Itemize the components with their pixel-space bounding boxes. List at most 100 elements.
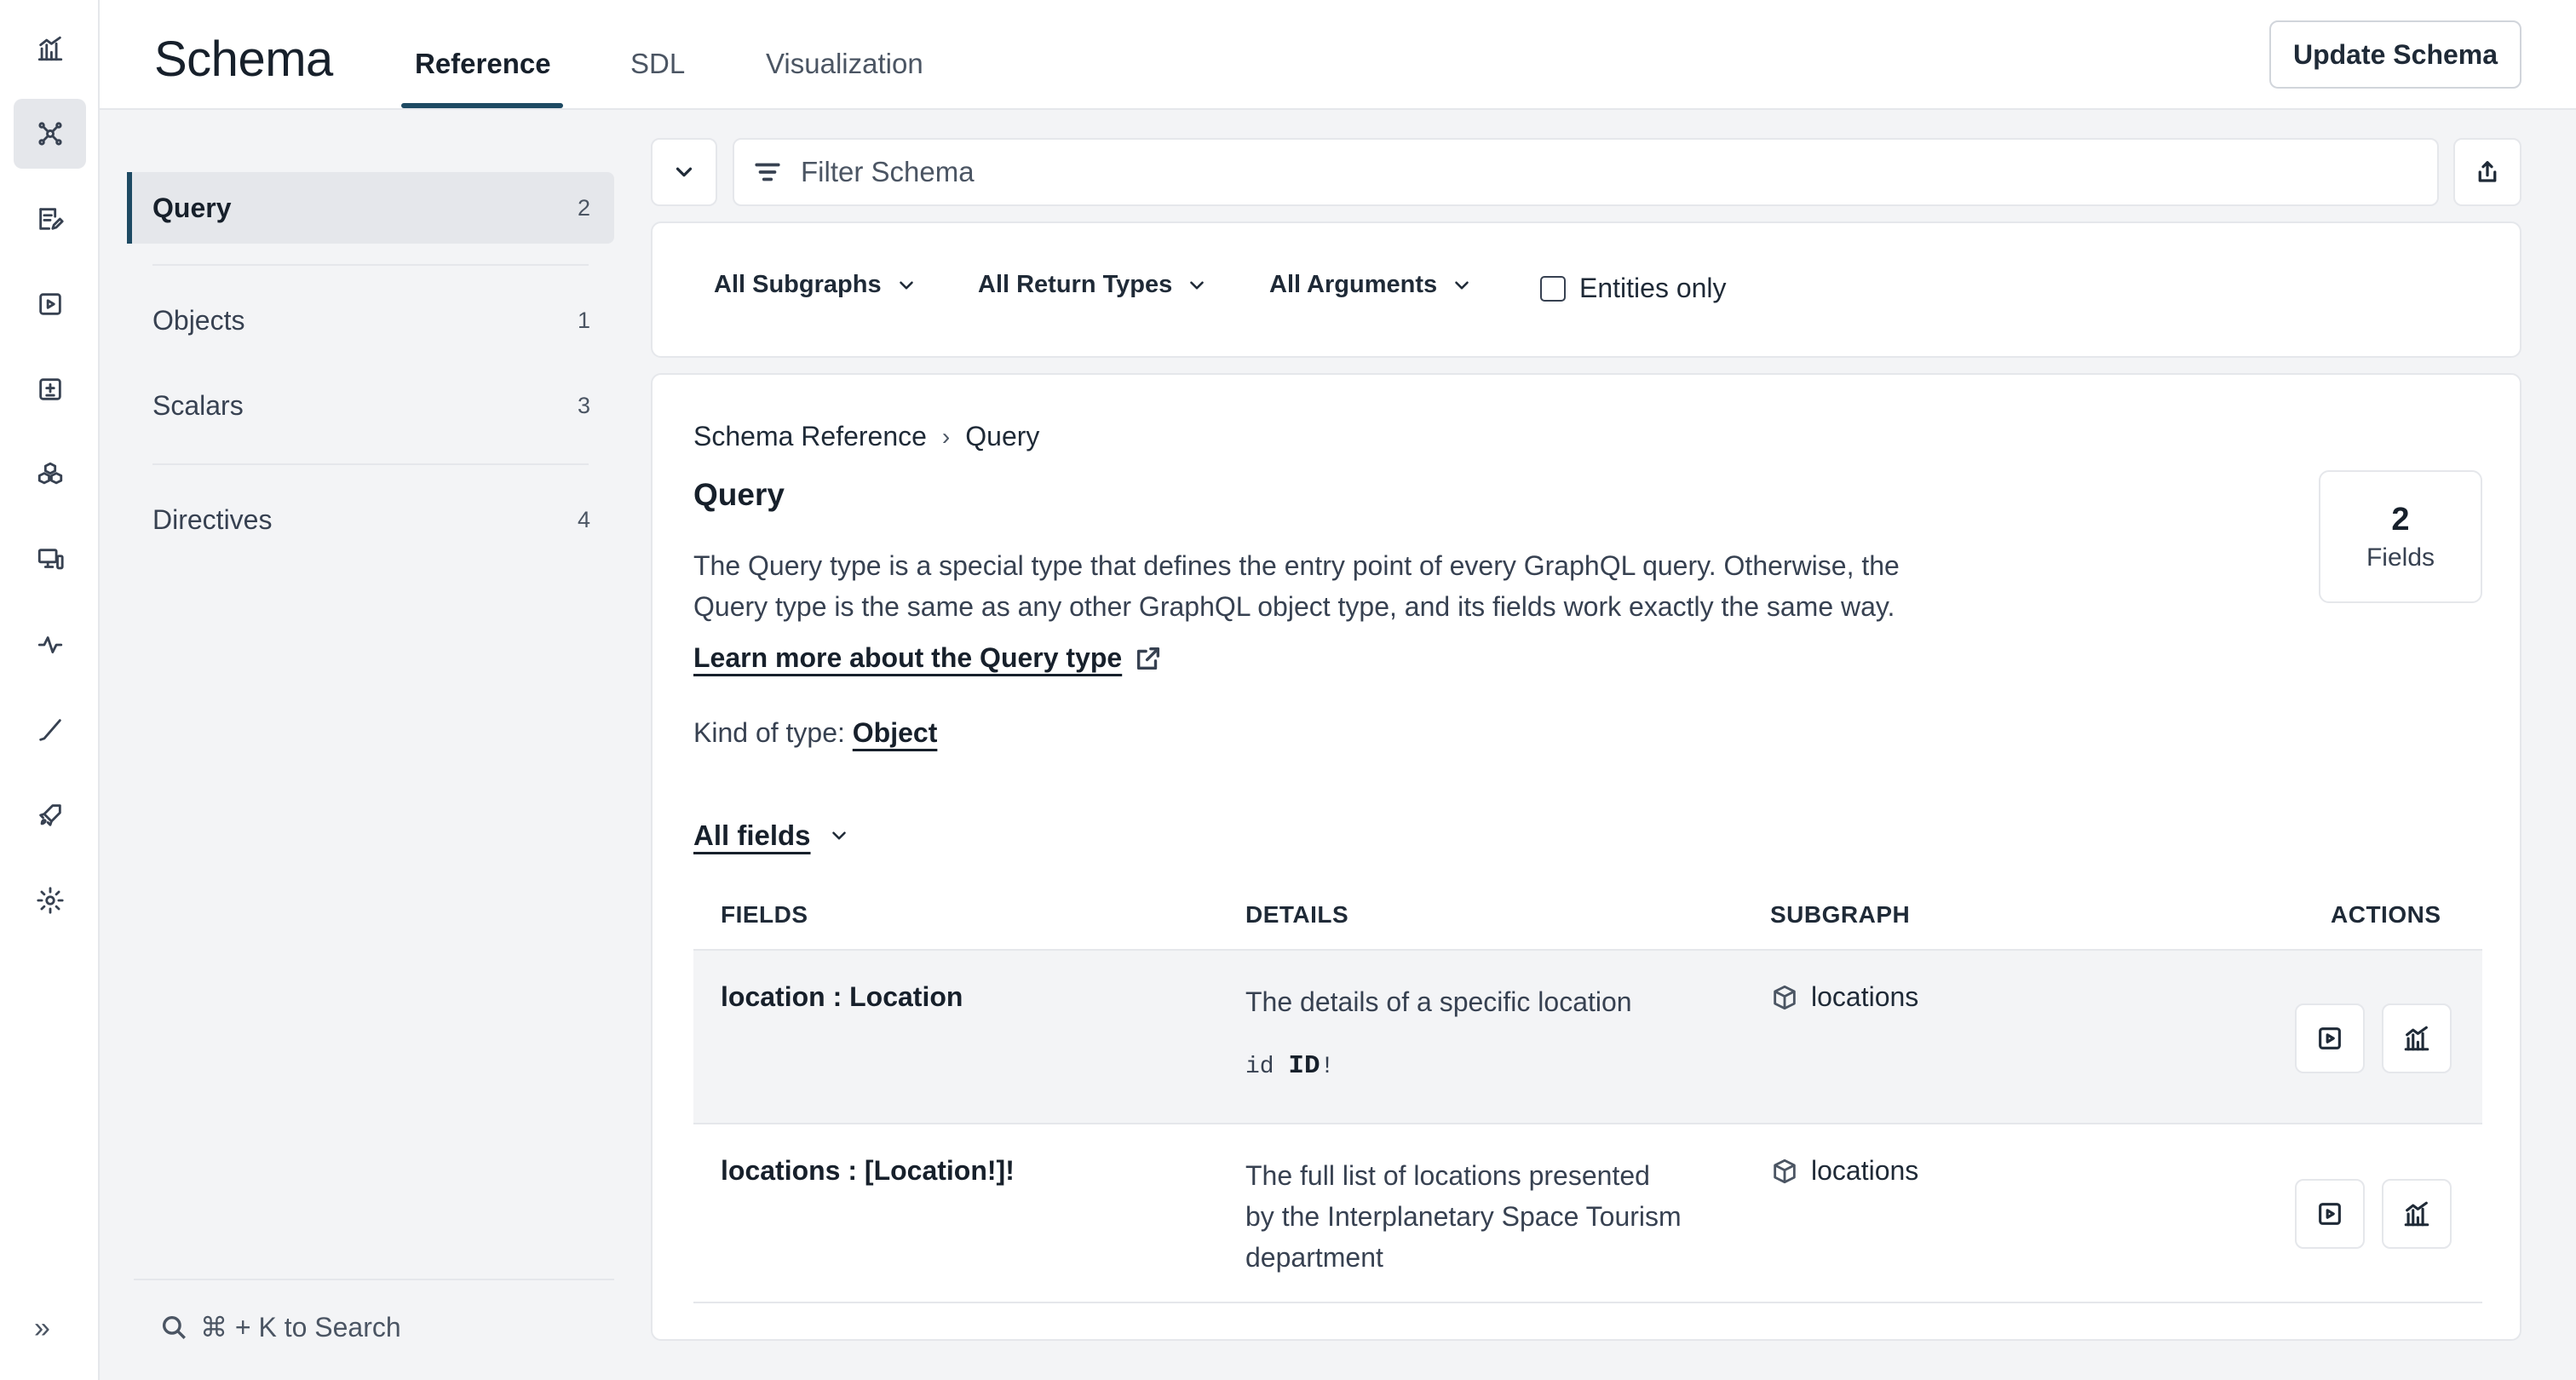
sidebar-item-count: 3 xyxy=(577,392,590,418)
search-icon xyxy=(162,1315,186,1339)
field-description-line: department xyxy=(1245,1242,1383,1273)
table-row: locations : [Location!]! The full list o… xyxy=(693,1124,2482,1303)
sidebar-divider xyxy=(134,1279,614,1280)
filter-schema-input[interactable] xyxy=(801,156,2334,188)
sidebar-item-count: 1 xyxy=(577,307,590,333)
collapse-toggle-button[interactable] xyxy=(651,138,717,206)
search-shortcut-label: ⌘ + K to Search xyxy=(200,1312,401,1343)
column-header-details: DETAILS xyxy=(1245,901,1349,928)
sidebar-item-objects[interactable]: Objects 1 xyxy=(127,285,614,356)
sidebar-item-label: Scalars xyxy=(152,389,244,421)
graph-icon[interactable] xyxy=(14,99,86,169)
field-name[interactable]: location : Location xyxy=(721,981,963,1013)
monitor-icon[interactable] xyxy=(14,525,86,595)
fields-count-badge: 2 Fields xyxy=(2319,470,2482,603)
filter-schema-field[interactable] xyxy=(733,138,2439,206)
fields-table: FIELDS DETAILS SUBGRAPH ACTIONS location… xyxy=(693,881,2482,1303)
run-in-explorer-button[interactable] xyxy=(2295,1003,2365,1073)
type-title: Query xyxy=(693,477,785,512)
external-link-icon xyxy=(1137,647,1160,670)
field-name[interactable]: locations : [Location!]! xyxy=(721,1155,1015,1187)
chevron-down-icon xyxy=(831,831,846,840)
field-description: The details of a specific location xyxy=(1245,986,1632,1017)
type-description-line: Query type is the same as any other Grap… xyxy=(693,591,1895,622)
edit-icon[interactable] xyxy=(14,184,86,254)
field-description-line: The full list of locations presented xyxy=(1245,1160,1650,1191)
breadcrumb-current: Query xyxy=(965,421,1040,451)
entities-only-toggle[interactable]: Entities only xyxy=(1540,273,1727,304)
rocket-icon[interactable] xyxy=(14,780,86,850)
fields-count: 2 xyxy=(2391,501,2410,538)
kind-of-type-link[interactable]: Object xyxy=(853,717,938,748)
gear-icon[interactable] xyxy=(14,865,86,935)
chevron-down-icon xyxy=(676,167,693,177)
play-icon xyxy=(2319,1203,2341,1225)
cube-icon xyxy=(1774,985,1796,1009)
field-argument: id ID! xyxy=(1245,1046,1739,1088)
learn-more-link[interactable]: Learn more about the Query type xyxy=(693,642,1163,674)
tab-visualization[interactable]: Visualization xyxy=(766,48,923,80)
entities-only-label: Entities only xyxy=(1579,273,1727,303)
all-fields-dropdown[interactable]: All fields xyxy=(693,819,850,852)
entities-only-checkbox[interactable] xyxy=(1540,275,1566,302)
argument-name: id xyxy=(1245,1054,1274,1080)
tab-reference[interactable]: Reference xyxy=(415,48,551,80)
tab-sdl[interactable]: SDL xyxy=(630,48,685,80)
sidebar-divider xyxy=(152,264,589,266)
nav-rail: » xyxy=(0,0,100,1380)
filter-icon xyxy=(755,163,780,181)
type-description-line: The Query type is a special type that de… xyxy=(693,550,1900,581)
check-icon[interactable] xyxy=(14,695,86,765)
expand-icon[interactable]: » xyxy=(34,1312,50,1345)
sidebar-item-label: Objects xyxy=(152,304,245,336)
run-in-explorer-button[interactable] xyxy=(2295,1179,2365,1249)
table-row: location : Location The details of a spe… xyxy=(693,951,2482,1124)
chart-icon xyxy=(2404,1026,2429,1051)
chevron-down-icon xyxy=(1455,280,1469,290)
view-insights-button[interactable] xyxy=(2382,1179,2452,1249)
subgraphs-dropdown-label: All Subgraphs xyxy=(714,271,882,298)
argument-nonnull: ! xyxy=(1320,1054,1335,1080)
search-shortcut[interactable]: ⌘ + K to Search xyxy=(159,1311,401,1343)
all-fields-label: All fields xyxy=(693,819,811,851)
cubes-icon[interactable] xyxy=(14,440,86,509)
kind-of-type-label: Kind of type: xyxy=(693,717,845,748)
chevron-right-icon: › xyxy=(941,423,951,450)
argument-type[interactable]: ID xyxy=(1288,1051,1320,1081)
plus-square-icon[interactable] xyxy=(14,354,86,424)
sidebar-item-label: Directives xyxy=(152,503,273,535)
sidebar-item-scalars[interactable]: Scalars 3 xyxy=(127,370,614,441)
subgraph-name: locations xyxy=(1811,981,1919,1012)
arguments-dropdown[interactable]: All Arguments xyxy=(1269,271,1473,299)
share-button[interactable] xyxy=(2453,138,2521,206)
play-icon[interactable] xyxy=(14,269,86,339)
type-detail-panel: Schema Reference › Query Query The Query… xyxy=(651,373,2521,1341)
learn-more-label: Learn more about the Query type xyxy=(693,642,1123,673)
sidebar-item-directives[interactable]: Directives 4 xyxy=(127,484,614,555)
view-insights-button[interactable] xyxy=(2382,1003,2452,1073)
page-header: Schema Reference SDL Visualization Updat… xyxy=(100,0,2576,110)
fields-count-label: Fields xyxy=(2366,543,2435,572)
field-subgraph: locations xyxy=(1770,981,1918,1013)
active-tab-indicator xyxy=(401,103,563,108)
arguments-dropdown-label: All Arguments xyxy=(1269,271,1438,298)
sidebar-item-count: 4 xyxy=(577,506,590,532)
update-schema-button[interactable]: Update Schema xyxy=(2269,20,2521,89)
chevron-down-icon xyxy=(1190,280,1205,290)
pulse-icon[interactable] xyxy=(14,610,86,680)
field-subgraph: locations xyxy=(1770,1155,1918,1187)
chevron-down-icon xyxy=(899,280,913,290)
column-header-actions: ACTIONS xyxy=(2331,901,2441,928)
subgraphs-dropdown[interactable]: All Subgraphs xyxy=(714,271,917,299)
chart-icon[interactable] xyxy=(14,14,86,83)
return-types-dropdown[interactable]: All Return Types xyxy=(978,271,1208,299)
play-icon xyxy=(2319,1027,2341,1049)
column-header-fields: FIELDS xyxy=(721,901,808,928)
share-icon xyxy=(2478,161,2497,182)
return-types-dropdown-label: All Return Types xyxy=(978,271,1173,298)
page-title: Schema xyxy=(154,32,333,87)
sidebar-item-query[interactable]: Query 2 xyxy=(127,172,614,244)
chart-icon xyxy=(2404,1201,2429,1227)
breadcrumb-schema-reference[interactable]: Schema Reference xyxy=(693,421,927,452)
sidebar-item-label: Query xyxy=(152,192,232,223)
